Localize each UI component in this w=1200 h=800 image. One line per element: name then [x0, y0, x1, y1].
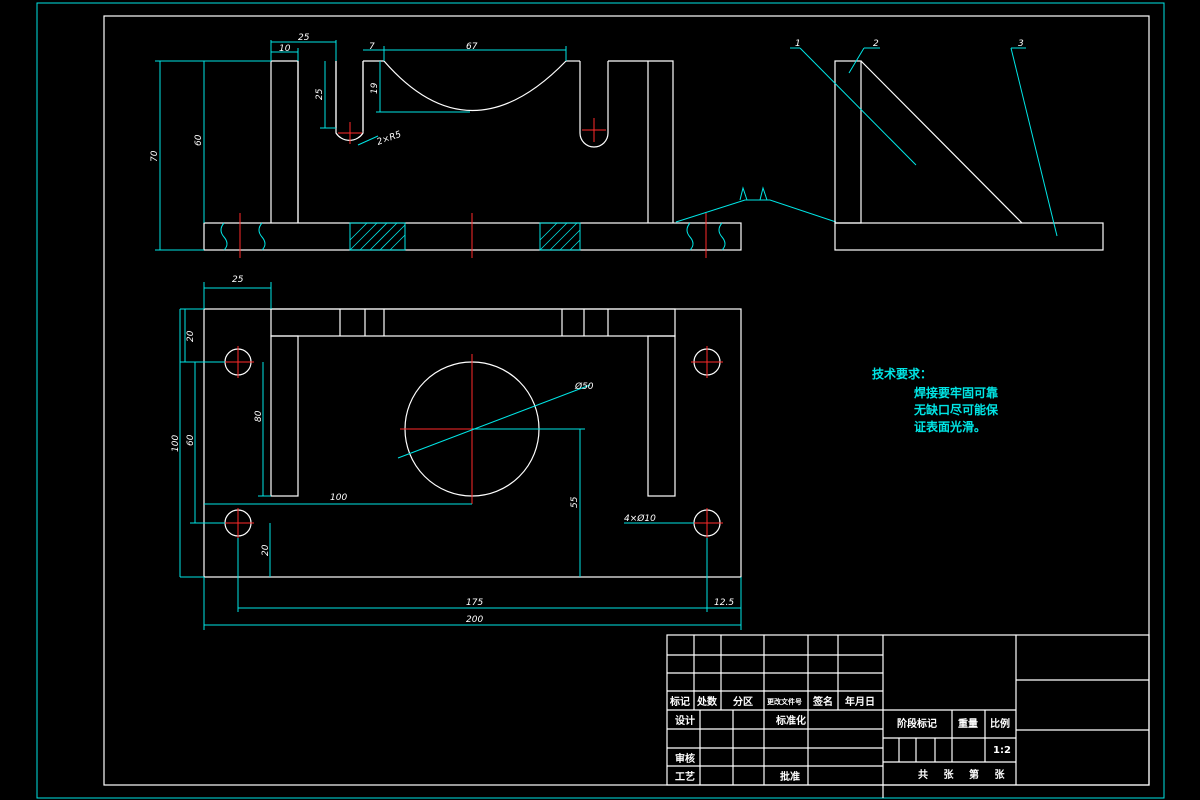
dim-2xR5: 2×R5 — [376, 130, 403, 148]
dim-175: 175 — [466, 598, 483, 608]
dim-diameter-50: Ø50 — [574, 381, 594, 392]
dim-19: 19 — [370, 82, 380, 94]
inner-border — [103, 15, 1150, 786]
front-view — [203, 60, 837, 258]
title-block-labels: 标记 处数 分区 更改文件号 签名 年月日 设计 标准化 审核 工艺 批准 阶段… — [669, 695, 1011, 783]
dim-12-5: 12.5 — [714, 598, 734, 608]
technical-requirements: 技术要求： 焊接要牢固可靠 无缺口尽可能保 证表面光滑。 — [872, 366, 999, 434]
dim-20-bottom: 20 — [261, 544, 271, 556]
dim-70: 70 — [150, 150, 160, 162]
balloon-3: 3 — [1018, 39, 1024, 49]
dim-55: 55 — [570, 496, 580, 508]
cad-drawing: 25 10 7 67 25 19 70 60 2×R5 1 2 3 25 20 … — [36, 2, 1165, 799]
dim-4x10: 4×Ø10 — [624, 513, 656, 524]
tb-sheji: 设计 — [675, 714, 695, 727]
top-dim-labels: 25 20 60 100 80 Ø50 100 55 4×Ø10 20 175 … — [171, 275, 734, 625]
tb-shenhe: 审核 — [675, 752, 695, 765]
front-dimensions — [155, 40, 567, 251]
dim-60-left: 60 — [186, 434, 196, 446]
balloon-1: 1 — [795, 39, 801, 49]
tech-line-2: 无缺口尽可能保 — [913, 402, 999, 417]
title-block — [666, 634, 1150, 798]
tb-zhongliang: 重量 — [958, 717, 978, 730]
dim-100-left: 100 — [171, 435, 181, 452]
top-dimensions — [179, 282, 742, 630]
outer-border — [36, 2, 1165, 799]
dim-7: 7 — [369, 42, 375, 52]
dim-80: 80 — [254, 410, 264, 422]
tb-pages: 共 张 第 张 — [918, 768, 1010, 781]
side-view: 1 2 3 — [790, 39, 1104, 251]
tb-biaozhunhua: 标准化 — [775, 714, 806, 727]
tb-qianming: 签名 — [812, 695, 833, 708]
dim-10: 10 — [279, 44, 291, 54]
dim-25-plan: 25 — [232, 275, 244, 285]
dim-20-top: 20 — [186, 330, 196, 342]
tb-gongyi: 工艺 — [675, 770, 695, 783]
top-view — [203, 308, 742, 578]
tech-title: 技术要求： — [872, 366, 932, 381]
tb-scale: 1:2 — [993, 745, 1011, 756]
tech-line-1: 焊接要牢固可靠 — [914, 385, 998, 400]
tb-jieduan: 阶段标记 — [897, 717, 937, 730]
dim-200: 200 — [466, 615, 483, 625]
front-dim-labels: 25 10 7 67 25 19 70 60 2×R5 — [150, 33, 478, 162]
tb-gengai: 更改文件号 — [767, 697, 802, 706]
dim-100-mid: 100 — [330, 493, 347, 503]
tb-biaoji: 标记 — [669, 695, 690, 708]
tb-pizhun: 批准 — [780, 770, 800, 783]
tb-fenqu: 分区 — [733, 695, 753, 708]
balloon-2: 2 — [873, 39, 879, 49]
dim-25-top: 25 — [298, 33, 310, 43]
tb-chushu: 处数 — [696, 695, 718, 708]
dim-60-front: 60 — [194, 134, 204, 146]
tb-bili: 比例 — [990, 717, 1010, 730]
dim-25-side: 25 — [315, 88, 325, 100]
dim-67: 67 — [466, 42, 478, 52]
tb-nianyueri: 年月日 — [845, 695, 875, 708]
tech-line-3: 证表面光滑。 — [914, 419, 986, 434]
